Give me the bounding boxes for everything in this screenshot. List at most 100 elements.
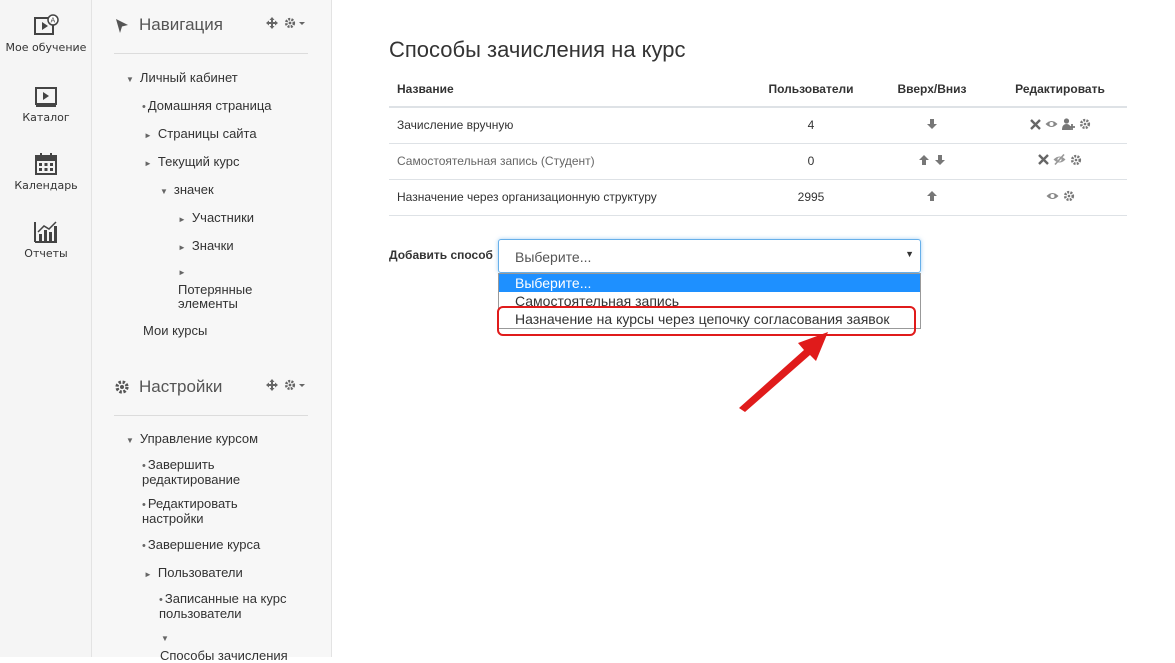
settings-tree-label: Способы зачисления [160,648,288,663]
nav-my-courses[interactable]: A Мое обучение [0,14,92,54]
settings-tree-enrolled-users[interactable]: • Записанные на курс пользователи [159,592,299,620]
edit-cell [993,143,1127,180]
bullet-icon: • [142,460,146,472]
nav-my-courses-label: Мое обучение [5,41,87,54]
blocks-column: Навигация ▼ Личный кабинет • Домашняя стра… [92,0,332,663]
reports-icon [34,221,57,243]
move-icon[interactable] [266,379,278,391]
nav-tree-label: Значки [191,238,234,253]
add-method-select[interactable]: Выберите... ▼ [498,239,921,273]
cursor-icon [116,19,128,33]
method-name: Зачисление вручную [389,107,751,144]
collapsed-triangle-icon: ► [178,268,186,277]
eye-icon[interactable] [1046,191,1059,201]
nav-tree-badges[interactable]: ► Значки [178,239,234,255]
svg-text:A: A [51,17,56,25]
arrow-up-icon[interactable] [926,190,938,202]
nav-tree-home[interactable]: • Домашняя страница [142,99,272,114]
settings-tree-label: Пользователи [157,565,243,580]
settings-tree-finish-editing[interactable]: • Завершить редактирование [142,458,272,486]
gear-icon [115,380,129,394]
settings-gear-icon[interactable] [1063,190,1075,202]
expanded-triangle-icon: ▼ [126,75,134,84]
method-name: Самостоятельная запись (Студент) [389,143,751,180]
enrolment-methods-table: Название Пользователи Вверх/Вниз Редакти… [389,71,1127,216]
nav-tree-course-znachek[interactable]: ▼ значек [160,183,214,199]
settings-tree-users[interactable]: ► Пользователи [144,566,243,582]
nav-tree-my-courses[interactable]: Мои курсы [143,324,207,338]
navigation-block-header: Навигация [114,14,308,54]
my-courses-icon: A [34,14,59,35]
enrol-users-icon[interactable] [1061,118,1075,130]
method-users: 4 [751,107,871,144]
nav-catalog-label: Каталог [22,111,70,124]
method-users: 0 [751,143,871,180]
expanded-triangle-icon: ▼ [160,187,168,196]
bullet-icon: • [142,101,146,113]
arrow-down-icon[interactable] [934,154,946,166]
select-value: Выберите... [515,249,592,265]
delete-icon[interactable] [1029,118,1041,130]
nav-tree-orphaned-triangle[interactable]: ► [178,264,192,280]
updown-cell [871,143,993,180]
settings-tree-label: Завершить редактирование [142,457,241,487]
nav-tree-label: Домашняя страница [147,98,272,113]
arrow-up-icon[interactable] [918,154,930,166]
add-method-label: Добавить способ [389,248,493,262]
nav-tree-participants[interactable]: ► Участники [178,211,254,227]
collapsed-triangle-icon: ► [178,215,186,224]
nav-tree-label: Участники [191,210,255,225]
col-edit-header: Редактировать [993,71,1127,108]
settings-tree-enrol-triangle[interactable]: ▼ [161,630,175,646]
nav-reports[interactable]: Отчеты [0,220,92,260]
eye-icon[interactable] [1045,119,1058,129]
settings-tree-course-completion[interactable]: • Завершение курса [142,538,260,553]
nav-tree-current-course[interactable]: ► Текущий курс [144,155,239,171]
table-row: Назначение через организационную структу… [389,179,1127,216]
updown-cell [871,179,993,216]
eye-slash-icon[interactable] [1053,154,1066,166]
nav-tree-label: Потерянные элементы [178,282,253,311]
collapsed-triangle-icon: ► [178,243,186,252]
collapsed-triangle-icon: ► [144,570,152,579]
method-users: 2995 [751,179,871,216]
nav-tree-site-pages[interactable]: ► Страницы сайта [144,127,257,143]
col-updown-header: Вверх/Вниз [871,71,993,108]
option-choose[interactable]: Выберите... [499,274,920,292]
catalog-icon [35,87,57,107]
settings-gear-icon[interactable] [1079,118,1091,130]
nav-reports-label: Отчеты [24,247,68,260]
expanded-triangle-icon: ▼ [126,436,134,445]
nav-catalog[interactable]: Каталог [0,86,92,124]
col-name-header: Название [389,71,751,108]
updown-cell [871,107,993,144]
settings-tree-label: Записанные на курс пользователи [159,591,287,621]
settings-tree-label: Завершение курса [147,537,261,552]
calendar-icon [35,153,57,175]
delete-icon[interactable] [1038,154,1049,166]
settings-tree-course-admin[interactable]: ▼ Управление курсом [126,432,258,448]
arrow-down-icon[interactable] [926,118,938,130]
nav-tree-label: Страницы сайта [157,126,257,141]
table-row: Зачисление вручную 4 [389,107,1127,144]
nav-tree-label: Личный кабинет [139,70,238,85]
page-title: Способы зачисления на курс [389,37,686,62]
table-header-row: Название Пользователи Вверх/Вниз Редакти… [389,71,1127,108]
move-icon[interactable] [266,17,278,29]
gear-menu-icon[interactable] [284,379,306,391]
caret-down-icon: ▼ [905,249,914,259]
collapsed-triangle-icon: ► [144,159,152,168]
navigation-block-title: Навигация [139,15,223,34]
nav-calendar[interactable]: Календарь [0,152,92,192]
table-row: Самостоятельная запись (Студент) 0 [389,143,1127,180]
nav-calendar-label: Календарь [14,179,78,192]
settings-gear-icon[interactable] [1070,154,1082,166]
nav-tree-orphaned[interactable]: Потерянные элементы [178,283,278,311]
nav-tree-dashboard[interactable]: ▼ Личный кабинет [126,71,238,87]
settings-tree-enrol-methods[interactable]: Способы зачисления [160,649,310,663]
col-users-header: Пользователи [751,71,871,108]
nav-tree-label: Текущий курс [157,154,240,169]
expanded-triangle-icon: ▼ [161,634,169,643]
gear-menu-icon[interactable] [284,17,306,29]
settings-tree-edit-settings[interactable]: • Редактировать настройки [142,497,272,525]
